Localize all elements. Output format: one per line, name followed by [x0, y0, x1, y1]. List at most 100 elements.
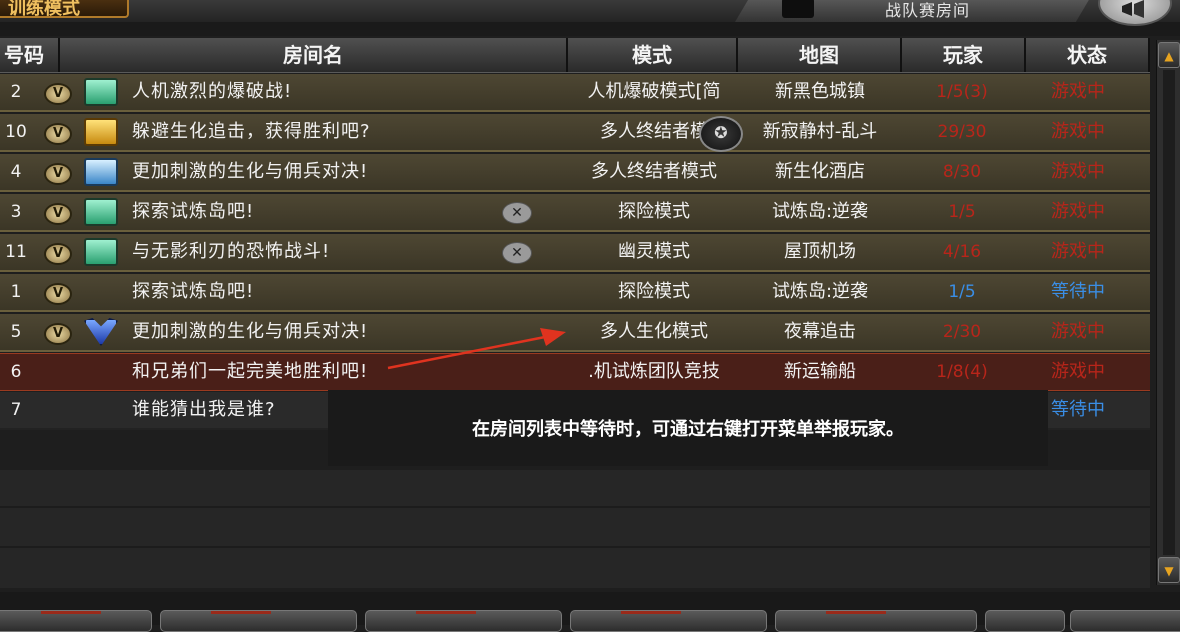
training-mode-label: 训练模式: [8, 0, 80, 18]
bottom-button[interactable]: [365, 610, 562, 632]
room-status: 游戏中: [1051, 121, 1105, 142]
vip-badge-icon: V: [44, 283, 72, 305]
room-map: 新运输船: [784, 361, 856, 382]
room-mode: 探险模式: [618, 281, 690, 302]
room-list-header: 号码 房间名 模式 地图 玩家 状态: [0, 38, 1150, 73]
room-players: 8/30: [942, 162, 982, 182]
room-map: 新生化酒店: [775, 161, 865, 182]
room-status: 等待中: [1051, 281, 1105, 302]
vip-badge-icon: V: [44, 163, 72, 185]
row-divider: [0, 506, 1150, 508]
bottom-button[interactable]: [570, 610, 767, 632]
room-row[interactable]: 10 V 躲避生化追击，获得胜利吧? 多人终结者模 ✪ 新寂静村-乱斗 29/3…: [0, 114, 1150, 152]
room-map: 夜幕追击: [784, 321, 856, 342]
room-map: 屋顶机场: [784, 241, 856, 262]
scroll-track[interactable]: [1163, 70, 1175, 555]
bottom-button[interactable]: [160, 610, 357, 632]
room-row[interactable]: 3 V 探索试炼岛吧! ✕ 探险模式 试炼岛:逆袭 1/5 游戏中: [0, 194, 1150, 232]
vip-badge-icon: V: [44, 243, 72, 265]
red-arrow-annotation: [387, 328, 566, 370]
empty-list-area: [0, 470, 1150, 588]
rank-badge-icon: [84, 158, 118, 186]
room-mode: 多人终结者模式: [591, 161, 717, 182]
room-status: 游戏中: [1051, 321, 1105, 342]
vip-badge-icon: V: [44, 203, 72, 225]
room-players: 1/5: [948, 202, 976, 222]
room-map: 试炼岛:逆袭: [771, 281, 869, 302]
rank-badge-icon: [84, 118, 118, 146]
room-number: 1: [10, 282, 22, 302]
room-number: 5: [10, 322, 22, 342]
room-status: 游戏中: [1051, 241, 1105, 262]
bottom-button[interactable]: [1070, 610, 1180, 632]
megaphone-icon: [1122, 0, 1144, 18]
col-header-mode[interactable]: 模式: [568, 38, 738, 72]
room-number: 4: [10, 162, 22, 182]
room-row[interactable]: 11 V 与无影利刃的恐怖战斗! ✕ 幽灵模式 屋顶机场 4/16 游戏中: [0, 234, 1150, 272]
scroll-down-button[interactable]: ▼: [1158, 557, 1180, 583]
report-tip-tooltip: 在房间列表中等待时，可通过右键打开菜单举报玩家。: [328, 390, 1048, 466]
rank-badge-icon: [84, 198, 118, 226]
room-number: 11: [5, 242, 27, 262]
room-players: 29/30: [937, 122, 987, 142]
bottom-button[interactable]: [775, 610, 977, 632]
training-mode-tab[interactable]: ◆ 训练模式: [0, 0, 129, 18]
bottom-button[interactable]: [985, 610, 1065, 632]
col-header-map[interactable]: 地图: [738, 38, 902, 72]
col-header-players[interactable]: 玩家: [902, 38, 1026, 72]
room-name: 与无影利刃的恐怖战斗!: [132, 241, 331, 262]
vip-badge-icon: V: [44, 83, 72, 105]
room-players: 1/8(4): [936, 362, 988, 382]
locked-icon: ✕: [502, 242, 532, 264]
mode-icon: ◆: [0, 2, 3, 16]
room-players: 1/5: [948, 282, 976, 302]
room-row[interactable]: 5 V 更加刺激的生化与佣兵对决! 多人生化模式 夜幕追击 2/30 游戏中: [0, 314, 1150, 352]
rank-badge-icon: [84, 238, 118, 266]
col-header-status[interactable]: 状态: [1026, 38, 1150, 72]
room-name: 躲避生化追击，获得胜利吧?: [132, 121, 371, 142]
rank-badge-icon: [84, 78, 118, 106]
room-mode: 幽灵模式: [618, 241, 690, 262]
room-number: 6: [10, 362, 22, 382]
room-name: 探索试炼岛吧!: [132, 201, 255, 222]
emblem-icon: ✪: [699, 116, 743, 152]
vip-badge-icon: V: [44, 323, 72, 345]
bottom-button[interactable]: [0, 610, 152, 632]
room-players: 1/5(3): [936, 82, 988, 102]
locked-icon: ✕: [502, 202, 532, 224]
room-name: 人机激烈的爆破战!: [132, 81, 293, 102]
room-status: 游戏中: [1051, 161, 1105, 182]
room-row[interactable]: 4 V 更加刺激的生化与佣兵对决! 多人终结者模式 新生化酒店 8/30 游戏中: [0, 154, 1150, 192]
room-mode: 探险模式: [618, 201, 690, 222]
vip-badge-icon: V: [44, 123, 72, 145]
scroll-up-button[interactable]: ▲: [1158, 42, 1180, 68]
room-name: 探索试炼岛吧!: [132, 281, 255, 302]
team-room-tab-label: 战队赛房间: [885, 1, 971, 20]
room-row-selected[interactable]: 6 和兄弟们一起完美地胜利吧! .机试炼团队竞技 新运输船 1/8(4) 游戏中: [0, 353, 1150, 391]
crest-badge-icon: [84, 318, 118, 346]
room-mode: 多人生化模式: [600, 321, 708, 342]
room-map: 新寂静村-乱斗: [762, 121, 878, 142]
top-divider: [0, 22, 1180, 36]
room-number: 3: [10, 202, 22, 222]
room-map: 试炼岛:逆袭: [771, 201, 869, 222]
tab-indicator: [782, 0, 814, 18]
row-divider: [0, 546, 1150, 548]
room-number: 2: [10, 82, 22, 102]
room-row[interactable]: 1 V 探索试炼岛吧! 探险模式 试炼岛:逆袭 1/5 等待中: [0, 274, 1150, 312]
col-header-num[interactable]: 号码: [0, 38, 60, 72]
room-name: 更加刺激的生化与佣兵对决!: [132, 161, 369, 182]
room-number: 7: [10, 400, 22, 420]
room-players: 2/30: [942, 322, 982, 342]
room-players: 4/16: [942, 242, 982, 262]
room-number: 10: [5, 122, 27, 142]
room-map: 新黑色城镇: [775, 81, 865, 102]
room-status: 游戏中: [1051, 361, 1105, 382]
col-header-name[interactable]: 房间名: [60, 38, 568, 72]
room-row[interactable]: 2 V 人机激烈的爆破战! 人机爆破模式[简 新黑色城镇 1/5(3) 游戏中: [0, 74, 1150, 112]
room-mode: .机试炼团队竞技: [588, 361, 720, 382]
scrollbar[interactable]: ▲ ▼: [1156, 40, 1180, 585]
room-status: 游戏中: [1051, 81, 1105, 102]
room-mode: 人机爆破模式[简: [587, 81, 721, 102]
room-status: 游戏中: [1051, 201, 1105, 222]
